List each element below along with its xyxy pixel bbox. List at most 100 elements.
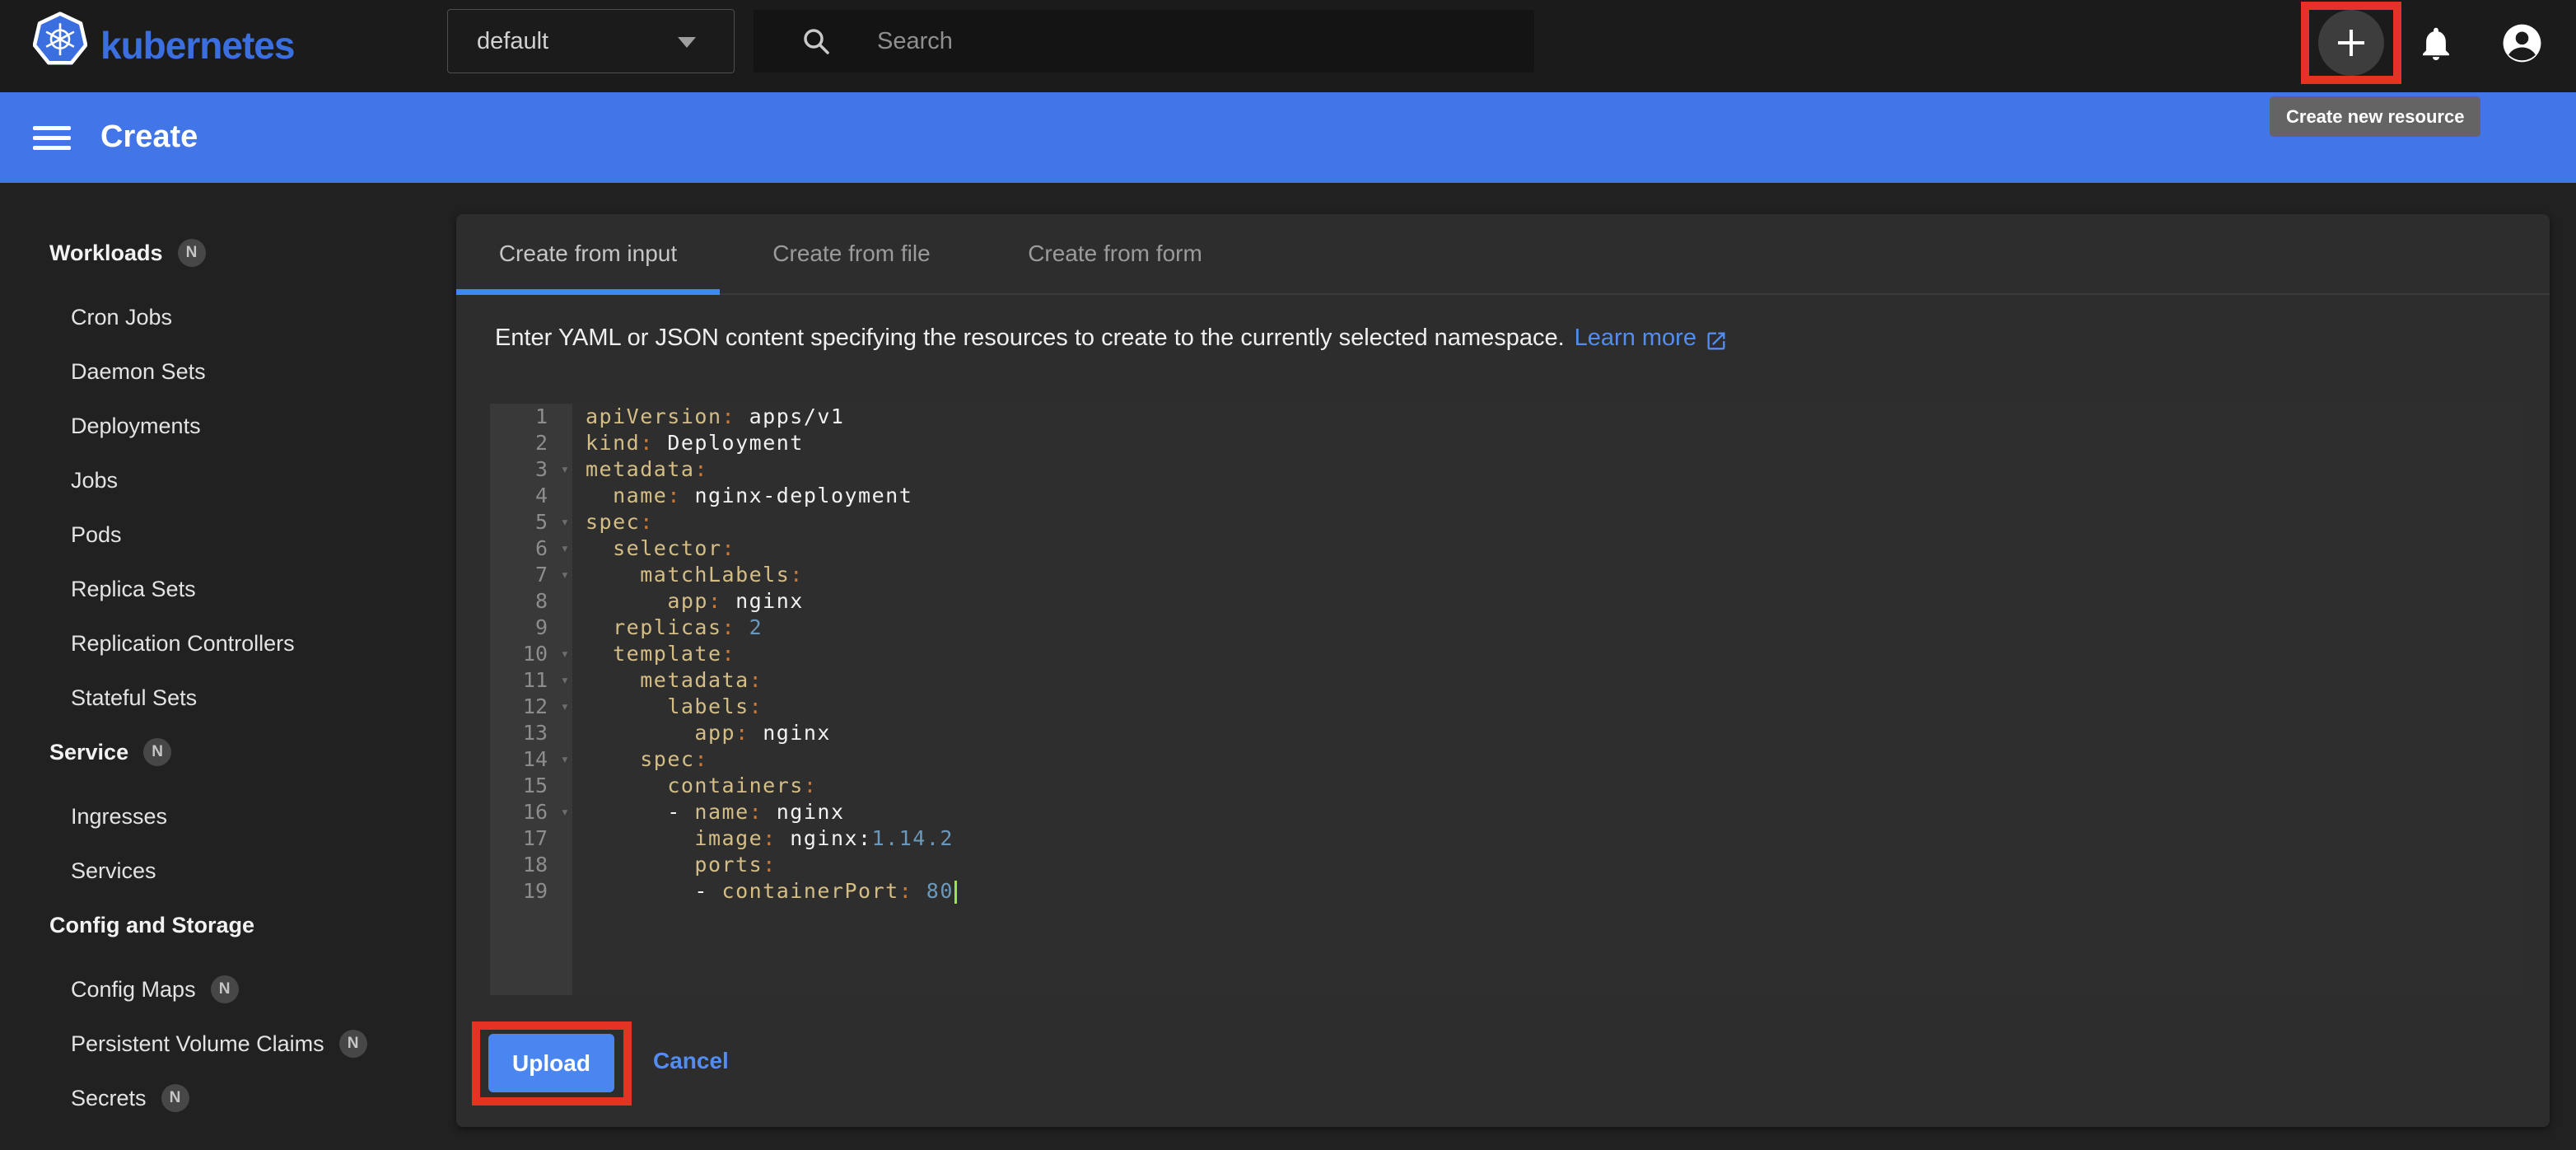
menu-hamburger-icon[interactable]: [33, 126, 71, 150]
code-token-num: 2: [735, 615, 763, 639]
code-line[interactable]: selector:: [586, 535, 2522, 562]
code-token-punct: :: [804, 774, 818, 797]
code-token-val: -: [586, 800, 694, 824]
code-token-punct: :: [722, 615, 736, 639]
sidebar-label: Service: [49, 740, 128, 765]
sidebar-item-cron-jobs[interactable]: Cron Jobs: [0, 290, 456, 344]
sidebar-section-config-and-storage[interactable]: Config and Storage: [0, 898, 456, 952]
editor-code-area[interactable]: apiVersion: apps/v1kind: Deploymentmetad…: [572, 404, 2522, 995]
sidebar-label: Stateful Sets: [71, 685, 197, 711]
code-token-punct: :: [749, 800, 763, 824]
code-line[interactable]: containers:: [586, 773, 2522, 799]
code-line[interactable]: - name: nginx: [586, 799, 2522, 825]
fold-arrow-icon[interactable]: ▾: [561, 641, 569, 667]
sidebar-label: Deployments: [71, 414, 201, 439]
code-line[interactable]: metadata:: [586, 456, 2522, 483]
namespace-select[interactable]: default: [447, 9, 735, 73]
code-line[interactable]: app: nginx: [586, 720, 2522, 746]
line-number: 6▾: [490, 535, 572, 562]
sidebar-item-config-maps[interactable]: Config MapsN: [0, 962, 456, 1017]
code-line[interactable]: image: nginx:1.14.2: [586, 825, 2522, 852]
code-token-val: -: [586, 879, 722, 903]
fold-arrow-icon[interactable]: ▾: [561, 456, 569, 483]
tab-create-from-input[interactable]: Create from input: [456, 214, 720, 293]
line-number: 18: [490, 852, 572, 878]
sidebar-section-workloads[interactable]: WorkloadsN: [0, 226, 456, 280]
tab-create-from-file[interactable]: Create from file: [720, 214, 983, 293]
code-token-val: [586, 694, 667, 718]
code-token-key: matchLabels: [640, 563, 790, 587]
code-line[interactable]: replicas: 2: [586, 615, 2522, 641]
fold-arrow-icon[interactable]: ▾: [561, 746, 569, 773]
code-line[interactable]: matchLabels:: [586, 562, 2522, 588]
sidebar-item-stateful-sets[interactable]: Stateful Sets: [0, 671, 456, 725]
line-number: 11▾: [490, 667, 572, 694]
create-tooltip: Create new resource: [2270, 96, 2480, 137]
sidebar-item-replication-controllers[interactable]: Replication Controllers: [0, 616, 456, 671]
search-icon: [800, 25, 833, 58]
create-card: Create from input Create from file Creat…: [456, 214, 2550, 1127]
sidebar-item-deployments[interactable]: Deployments: [0, 399, 456, 453]
notifications-bell-icon[interactable]: [2417, 24, 2455, 62]
code-token-val: nginx: [749, 721, 831, 745]
code-token-punct: :: [790, 563, 804, 587]
sidebar-label: Jobs: [71, 468, 118, 493]
code-token-val: [586, 563, 640, 587]
code-line[interactable]: ports:: [586, 852, 2522, 878]
external-link-icon[interactable]: [1705, 330, 1728, 353]
code-token-key: apiVersion: [586, 404, 722, 428]
code-token-val: nginx: [722, 589, 804, 613]
sidebar-item-services[interactable]: Services: [0, 844, 456, 898]
code-token-key: ports: [694, 853, 763, 877]
fold-arrow-icon[interactable]: ▾: [561, 535, 569, 562]
sidebar-item-persistent-volume-claims[interactable]: Persistent Volume ClaimsN: [0, 1017, 456, 1071]
code-line[interactable]: template:: [586, 641, 2522, 667]
fold-arrow-icon[interactable]: ▾: [561, 562, 569, 588]
line-number: 13: [490, 720, 572, 746]
search-input[interactable]: [877, 10, 1503, 72]
code-token-punct: :: [640, 510, 654, 534]
tab-create-from-form[interactable]: Create from form: [983, 214, 1247, 293]
sidebar-item-pods[interactable]: Pods: [0, 507, 456, 562]
yaml-editor[interactable]: 123▾45▾6▾7▾8910▾11▾12▾1314▾1516▾171819 a…: [490, 404, 2522, 995]
sidebar-label: Ingresses: [71, 804, 167, 830]
sidebar-item-jobs[interactable]: Jobs: [0, 453, 456, 507]
code-token-key: app: [667, 589, 708, 613]
sidebar-item-daemon-sets[interactable]: Daemon Sets: [0, 344, 456, 399]
active-tab-indicator: [456, 289, 720, 295]
search-bar[interactable]: [754, 10, 1534, 72]
code-line[interactable]: name: nginx-deployment: [586, 483, 2522, 509]
sidebar-item-replica-sets[interactable]: Replica Sets: [0, 562, 456, 616]
app-bar: [0, 92, 2576, 183]
chevron-down-icon: [678, 37, 696, 48]
sidebar-section-service[interactable]: ServiceN: [0, 725, 456, 779]
code-token-val: [586, 853, 694, 877]
kubernetes-dashboard: kubernetes default: [0, 0, 2576, 1150]
code-line[interactable]: labels:: [586, 694, 2522, 720]
code-line[interactable]: spec:: [586, 509, 2522, 535]
code-token-val: [586, 721, 694, 745]
code-line[interactable]: - containerPort: 80: [586, 878, 2522, 905]
code-line[interactable]: apiVersion: apps/v1: [586, 404, 2522, 430]
fold-arrow-icon[interactable]: ▾: [561, 694, 569, 720]
sidebar-item-ingresses[interactable]: Ingresses: [0, 789, 456, 844]
code-line[interactable]: app: nginx: [586, 588, 2522, 615]
code-token-key: spec: [640, 747, 694, 771]
line-number: 12▾: [490, 694, 572, 720]
account-icon[interactable]: [2499, 21, 2545, 66]
fold-arrow-icon[interactable]: ▾: [561, 509, 569, 535]
fold-arrow-icon[interactable]: ▾: [561, 667, 569, 694]
code-line[interactable]: spec:: [586, 746, 2522, 773]
sidebar-item-secrets[interactable]: SecretsN: [0, 1071, 456, 1125]
code-token-val: [586, 668, 640, 692]
code-line[interactable]: metadata:: [586, 667, 2522, 694]
learn-more-link[interactable]: Learn more: [1575, 325, 1696, 352]
fold-arrow-icon[interactable]: ▾: [561, 799, 569, 825]
cancel-button[interactable]: Cancel: [653, 1048, 729, 1074]
code-token-val: [586, 826, 694, 850]
code-token-key: containerPort: [722, 879, 899, 903]
code-line[interactable]: kind: Deployment: [586, 430, 2522, 456]
code-token-punct: :: [763, 826, 777, 850]
sidebar-label: Services: [71, 858, 156, 884]
line-number: 10▾: [490, 641, 572, 667]
